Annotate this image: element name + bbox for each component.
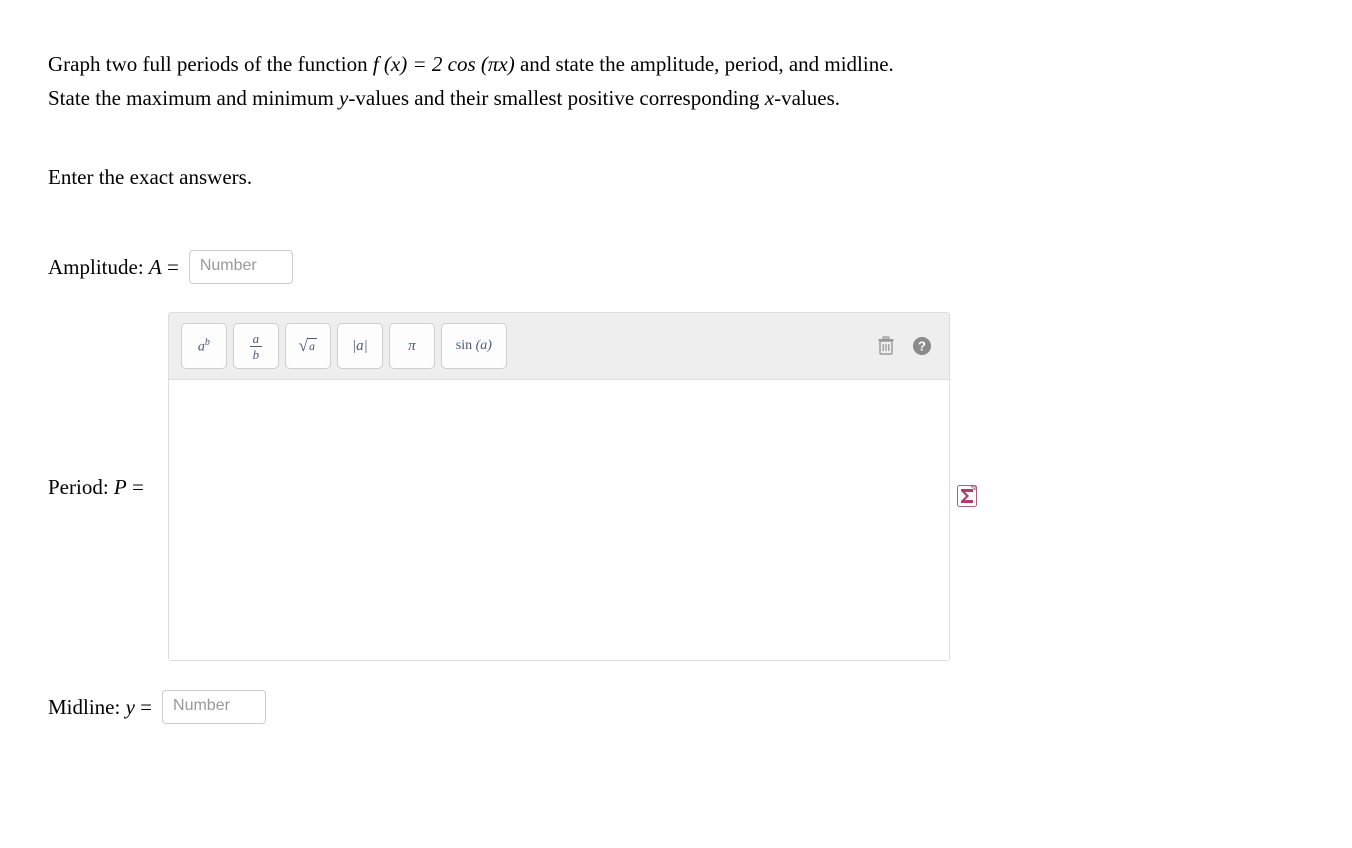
q-line1-pre: Graph two full periods of the function (48, 52, 373, 76)
equation-toolbar: ab a b √a |a| π sin (a) (169, 313, 949, 379)
amplitude-label: Amplitude: A = (48, 255, 189, 280)
equation-editor: ab a b √a |a| π sin (a) (168, 312, 950, 661)
sin-button[interactable]: sin (a) (441, 323, 507, 369)
pi-button[interactable]: π (389, 323, 435, 369)
q-line2: State the maximum and minimum y-values a… (48, 86, 840, 110)
period-row: Period: P = ab a b √a |a| π (48, 312, 1304, 662)
q-function: f (x) = 2 cos (πx) (373, 52, 515, 76)
abs-button[interactable]: |a| (337, 323, 383, 369)
power-button[interactable]: ab (181, 323, 227, 369)
period-label: Period: P = (48, 475, 154, 500)
question-text: Graph two full periods of the function f… (48, 48, 1304, 115)
midline-label: Midline: y = (48, 695, 162, 720)
svg-text:?: ? (918, 339, 926, 354)
amplitude-row: Amplitude: A = Number (48, 250, 1304, 284)
sqrt-button[interactable]: √a (285, 323, 331, 369)
equation-sigma-icon[interactable] (957, 485, 977, 507)
fraction-button[interactable]: a b (233, 323, 279, 369)
midline-input[interactable]: Number (162, 690, 266, 724)
q-line1-post: and state the amplitude, period, and mid… (515, 52, 894, 76)
amplitude-input[interactable]: Number (189, 250, 293, 284)
trash-icon[interactable] (871, 331, 901, 361)
help-icon[interactable]: ? (907, 331, 937, 361)
instruction-text: Enter the exact answers. (48, 165, 1304, 190)
equation-input[interactable] (169, 379, 949, 660)
midline-row: Midline: y = Number (48, 690, 1304, 724)
